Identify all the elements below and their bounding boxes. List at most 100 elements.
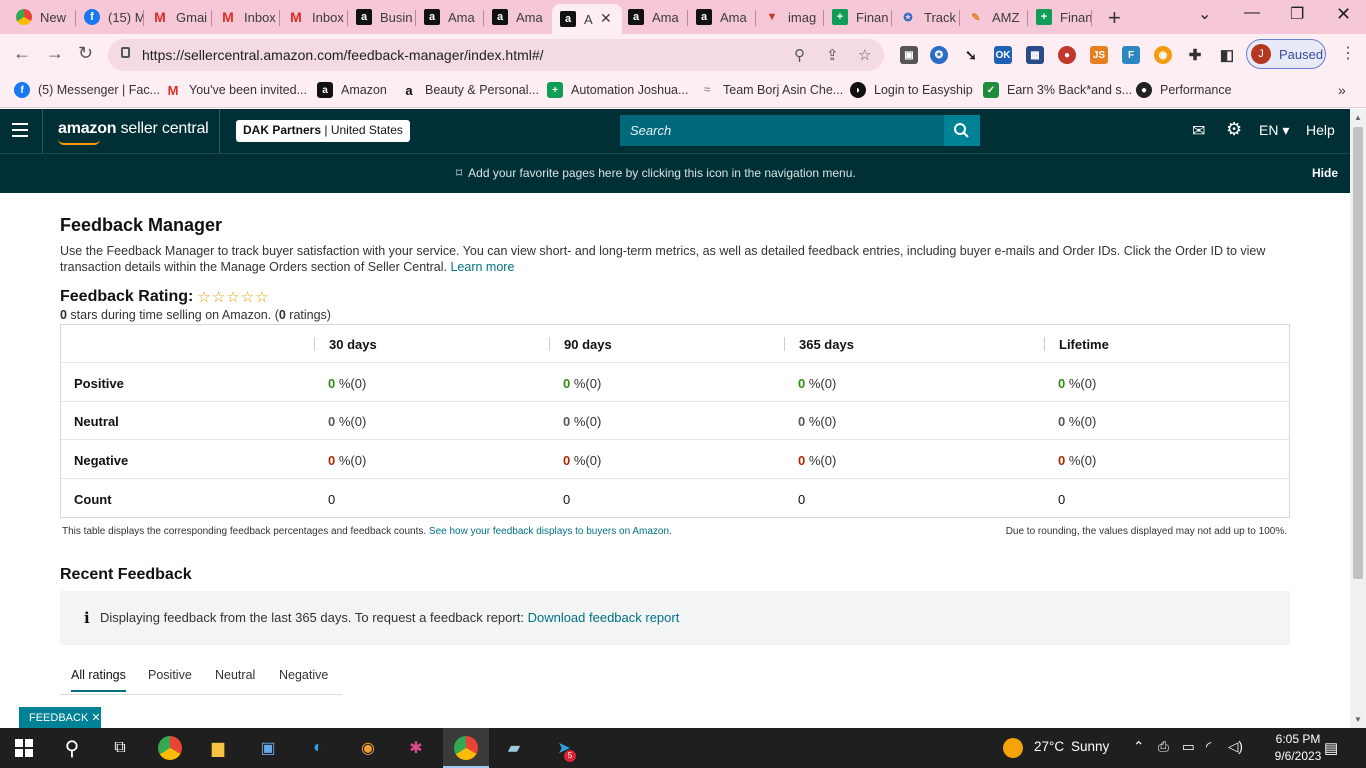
browser-tab[interactable]: New xyxy=(16,3,76,31)
scrollbar[interactable]: ▲ ▼ xyxy=(1350,109,1366,728)
forward-icon[interactable]: → xyxy=(46,43,64,64)
search-button[interactable] xyxy=(944,115,980,146)
feedback-button[interactable]: FEEDBACK ✕ xyxy=(19,707,101,728)
extension-off-icon[interactable]: ▣ xyxy=(900,46,918,64)
side-panel-icon[interactable]: ◧ xyxy=(1218,46,1236,64)
reload-icon[interactable]: ↻ xyxy=(78,43,93,64)
tab-negative[interactable]: Negative xyxy=(279,668,328,682)
chrome-profile-icon[interactable] xyxy=(454,736,478,760)
meet-now-icon[interactable]: ⎙ xyxy=(1158,739,1169,755)
battery-icon[interactable]: ▭ xyxy=(1182,739,1195,755)
more-bookmarks-icon[interactable]: » xyxy=(1338,82,1346,98)
scrollbar-thumb[interactable] xyxy=(1353,127,1363,579)
scroll-up-icon[interactable]: ▲ xyxy=(1354,113,1362,122)
bookmark-item[interactable]: f (5) Messenger | Fac... xyxy=(14,82,160,98)
browser-tab[interactable]: a Ama xyxy=(696,3,756,31)
help-link[interactable]: Help xyxy=(1306,122,1335,138)
bookmark-item[interactable]: a Beauty & Personal... xyxy=(401,82,539,98)
temperature[interactable]: 27°C xyxy=(1034,739,1064,754)
bookmark-item[interactable]: ● Performance xyxy=(1136,82,1232,98)
volume-icon[interactable]: ◁) xyxy=(1228,739,1243,755)
weather[interactable]: Sunny xyxy=(1071,739,1109,754)
browser-tab[interactable]: a Ama xyxy=(492,3,552,31)
tab-positive[interactable]: Positive xyxy=(148,668,192,682)
system-clock[interactable]: 6:05 PM 9/6/2023 xyxy=(1268,731,1328,765)
mail-icon[interactable]: ✉ xyxy=(1192,121,1205,141)
browser-menu-icon[interactable]: ⋮ xyxy=(1340,43,1356,63)
zoom-icon[interactable]: ⚲ xyxy=(794,46,805,64)
address-bar[interactable]: https://sellercentral.amazon.com/feedbac… xyxy=(108,39,884,71)
file-explorer-icon[interactable]: ▆ xyxy=(206,736,230,760)
bookmark-star-icon[interactable]: ☆ xyxy=(858,46,871,64)
tab-search-icon[interactable]: ⌄ xyxy=(1198,4,1211,24)
browser-tab[interactable]: + Finan xyxy=(832,3,892,31)
hide-favorites-button[interactable]: Hide xyxy=(1312,166,1338,180)
download-report-link[interactable]: Download feedback report xyxy=(528,610,680,625)
browser-tab[interactable]: + Finan xyxy=(1036,3,1092,31)
back-icon[interactable]: ← xyxy=(13,43,31,64)
windows-start-icon[interactable] xyxy=(12,736,36,760)
search-icon[interactable]: ⚲ xyxy=(60,736,84,760)
close-tab-icon[interactable]: ✕ xyxy=(600,10,612,27)
sun-icon xyxy=(1003,738,1023,758)
browser-tab[interactable]: M Inbox xyxy=(288,3,348,31)
vpn-icon[interactable]: ◉ xyxy=(356,736,380,760)
extension-pokeball-icon[interactable]: ● xyxy=(1058,46,1076,64)
notifications-icon[interactable]: ▤ xyxy=(1324,739,1338,757)
extension-grid-icon[interactable]: ▦ xyxy=(1026,46,1044,64)
seller-central-logo[interactable]: amazon seller central xyxy=(58,120,209,145)
scroll-down-icon[interactable]: ▼ xyxy=(1354,715,1362,724)
url-text[interactable]: https://sellercentral.amazon.com/feedbac… xyxy=(142,47,544,63)
tab-neutral[interactable]: Neutral xyxy=(215,668,255,682)
close-icon[interactable]: ✕ xyxy=(91,712,100,724)
task-view-icon[interactable]: ⧉ xyxy=(108,736,132,760)
language-selector[interactable]: EN ▾ xyxy=(1259,122,1289,139)
gear-icon[interactable]: ⚙ xyxy=(1226,119,1242,140)
wifi-icon[interactable]: ◜ xyxy=(1206,739,1211,755)
extension-fba-icon[interactable]: F xyxy=(1122,46,1140,64)
browser-tab[interactable]: a Busin xyxy=(356,3,416,31)
tab-all-ratings[interactable]: All ratings xyxy=(71,668,126,692)
slack-icon[interactable]: ✱ xyxy=(404,736,428,760)
browser-tab[interactable]: a Ama xyxy=(628,3,688,31)
share-icon[interactable]: ⇪ xyxy=(826,46,839,64)
chrome-icon[interactable] xyxy=(158,736,182,760)
learn-more-link[interactable]: Learn more xyxy=(450,260,514,274)
browser-tab[interactable]: ✪ Track xyxy=(900,3,960,31)
browser-tab[interactable]: ▼ imag xyxy=(764,3,824,31)
bookmark-item[interactable]: a Amazon xyxy=(317,82,387,98)
extension-js-icon[interactable]: JS xyxy=(1090,46,1108,64)
bookmark-item[interactable]: ✓ Earn 3% Back*and s... xyxy=(983,82,1132,98)
extension-ok-icon[interactable]: OK xyxy=(994,46,1012,64)
browser-tab[interactable]: f (15) M xyxy=(84,3,144,31)
account-switcher[interactable]: DAK Partners | United States xyxy=(236,120,410,142)
extension-orange-icon[interactable]: ◉ xyxy=(1154,46,1172,64)
bookmark-item[interactable]: ≈ Team Borj Asin Che... xyxy=(699,82,843,98)
feedback-display-link[interactable]: See how your feedback displays to buyers… xyxy=(429,526,672,537)
bookmark-item[interactable]: ◗ Login to Easyship xyxy=(850,82,973,98)
browser-tab[interactable]: M Gmai xyxy=(152,3,212,31)
browser-tab[interactable]: ✎ AMZ xyxy=(968,3,1028,31)
tray-chevron-icon[interactable]: ⌃ xyxy=(1133,739,1144,755)
notepad-icon[interactable]: ▰ xyxy=(502,736,526,760)
extension-arrow-icon[interactable]: ➘ xyxy=(962,46,980,64)
browser-tab[interactable]: a Ama xyxy=(424,3,484,31)
minimize-icon[interactable]: — xyxy=(1244,4,1260,22)
new-tab-icon[interactable]: + xyxy=(1108,5,1121,31)
gmail-icon: M xyxy=(290,9,302,25)
extensions-puzzle-icon[interactable]: ✚ xyxy=(1186,46,1204,64)
maximize-icon[interactable]: ❐ xyxy=(1290,4,1304,24)
profile-button[interactable]: J Paused xyxy=(1246,39,1326,69)
extension-track-icon[interactable]: ✪ xyxy=(930,46,948,64)
network-app-icon[interactable]: ▣ xyxy=(256,736,280,760)
hamburger-menu-icon[interactable] xyxy=(12,123,28,137)
close-window-icon[interactable]: ✕ xyxy=(1336,4,1351,25)
edge-icon[interactable]: ◐ xyxy=(306,736,330,760)
search-input[interactable]: Search xyxy=(620,115,980,146)
browser-tab-active[interactable]: a A ✕ xyxy=(552,4,622,34)
bookmark-item[interactable]: M You've been invited... xyxy=(165,82,307,98)
rating-filter-tabs: All ratings Positive Neutral Negative xyxy=(60,658,342,695)
bookmark-item[interactable]: + Automation Joshua... xyxy=(547,82,688,98)
favorites-bar: ⌑ Add your favorite pages here by clickin… xyxy=(0,153,1350,193)
browser-tab[interactable]: M Inbox xyxy=(220,3,280,31)
